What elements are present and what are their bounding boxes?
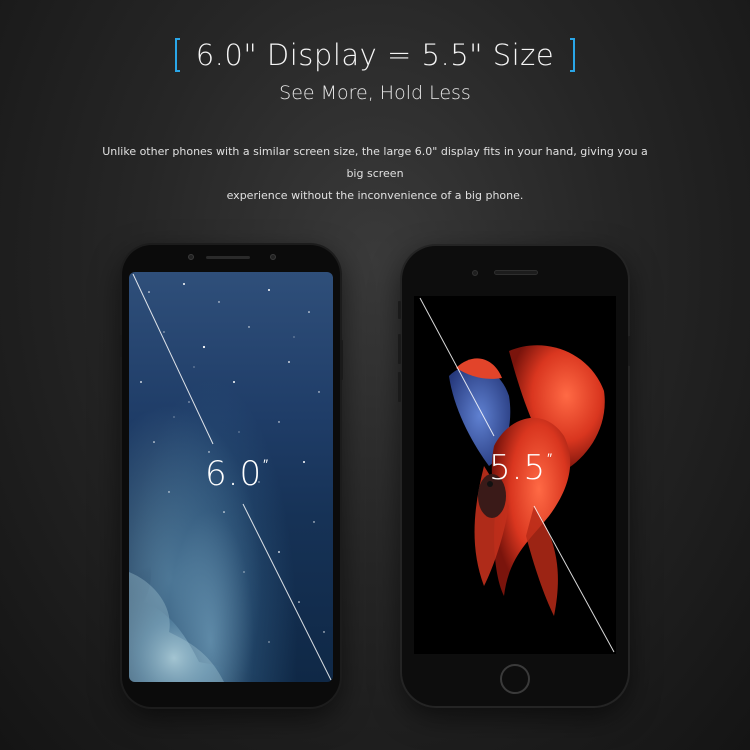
earpiece-icon — [206, 256, 250, 259]
home-button — [500, 664, 530, 694]
earpiece-icon — [494, 270, 538, 275]
mute-switch — [398, 301, 401, 319]
left-bracket-icon — [174, 38, 180, 72]
power-button — [628, 336, 631, 366]
front-camera-icon — [472, 270, 478, 276]
screen-size-label: 6.0″ — [205, 454, 269, 494]
sensor-icon — [270, 254, 276, 260]
description-text: Unlike other phones with a similar scree… — [95, 141, 655, 207]
phone-screen-left: 6.0″ — [129, 272, 333, 682]
side-button — [340, 340, 343, 380]
inch-mark: ″ — [263, 457, 270, 473]
phone-6-0: 6.0″ — [119, 245, 343, 707]
page-subtitle: See More, Hold Less — [279, 82, 471, 104]
description-line: Unlike other phones with a similar scree… — [102, 145, 648, 180]
page-title: 6.0" Display = 5.5" Size — [195, 38, 555, 72]
headline-row: 6.0" Display = 5.5" Size — [0, 38, 750, 72]
right-bracket-icon — [570, 38, 576, 72]
side-button — [119, 335, 122, 357]
phone-5-5: 5.5″ — [398, 246, 631, 706]
volume-down-button — [398, 372, 401, 402]
description-line: experience without the inconvenience of … — [226, 189, 524, 202]
phone-top-bezel — [122, 245, 340, 271]
volume-up-button — [398, 334, 401, 364]
front-camera-icon — [188, 254, 194, 260]
screen-size-label: 5.5″ — [489, 448, 553, 488]
screen-size-value: 6.0 — [205, 454, 263, 494]
phone-screen-right: 5.5″ — [414, 296, 616, 654]
screen-size-value: 5.5 — [489, 448, 547, 488]
inch-mark: ″ — [547, 451, 554, 467]
